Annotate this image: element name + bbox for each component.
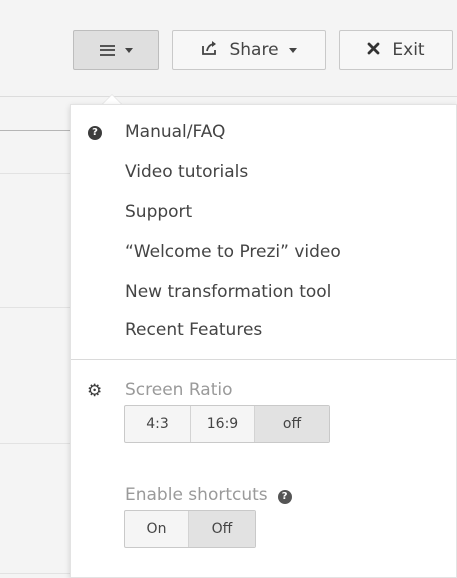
close-icon (367, 40, 380, 60)
menu-dropdown-button[interactable] (73, 30, 159, 70)
gear-icon: ⚙ (87, 381, 103, 401)
menu-item-transformation-tool[interactable]: New transformation tool (125, 282, 331, 302)
question-circle-icon: ? (88, 126, 102, 140)
screen-ratio-label: Screen Ratio (125, 380, 233, 400)
menu-separator (71, 359, 456, 360)
exit-label: Exit (392, 40, 425, 60)
help-menu-dropdown: ? Manual/FAQ Video tutorials Support “We… (70, 104, 457, 578)
menu-item-video-tutorials[interactable]: Video tutorials (125, 162, 248, 182)
menu-item-support[interactable]: Support (125, 202, 192, 222)
share-icon (201, 40, 219, 61)
shortcuts-label-row: Enable shortcuts? (125, 485, 292, 505)
shortcuts-toggle: On Off (124, 510, 256, 548)
share-button[interactable]: Share (172, 30, 326, 70)
screen-ratio-option-16-9[interactable]: 16:9 (191, 406, 255, 442)
screen-ratio-option-off[interactable]: off (255, 406, 329, 442)
caret-down-icon (124, 47, 133, 53)
enable-shortcuts-label: Enable shortcuts (125, 485, 268, 505)
screen-ratio-option-4-3[interactable]: 4:3 (125, 406, 191, 442)
hamburger-icon (99, 44, 115, 56)
exit-button[interactable]: Exit (339, 30, 453, 70)
screen-ratio-selector: 4:3 16:9 off (124, 405, 330, 443)
caret-down-icon (288, 47, 297, 53)
menu-item-manual-faq[interactable]: Manual/FAQ (125, 122, 225, 142)
top-toolbar: Share Exit (0, 0, 457, 96)
shortcuts-option-on[interactable]: On (125, 511, 189, 547)
question-circle-icon[interactable]: ? (277, 490, 292, 504)
menu-item-welcome-video[interactable]: “Welcome to Prezi” video (125, 242, 341, 262)
background-line (0, 130, 70, 131)
shortcuts-option-off[interactable]: Off (189, 511, 255, 547)
menu-item-recent-features[interactable]: Recent Features (125, 320, 262, 340)
share-label: Share (229, 40, 279, 60)
